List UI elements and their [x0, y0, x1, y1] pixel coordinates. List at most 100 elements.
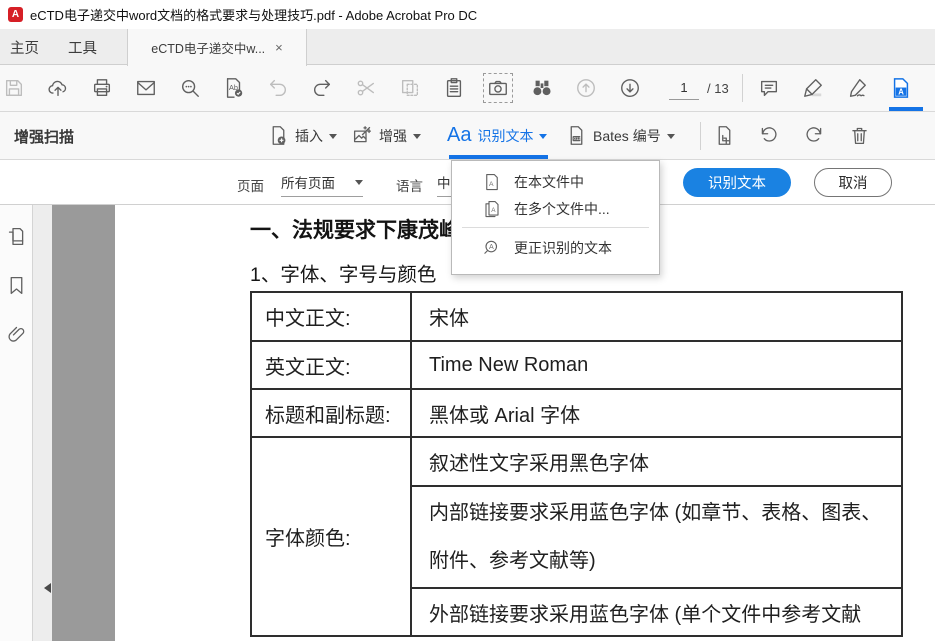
copy-page-icon[interactable]	[399, 77, 421, 99]
svg-text:A: A	[898, 87, 904, 96]
svg-text:A: A	[489, 180, 494, 187]
table-cell-label: 中文正文:	[251, 292, 411, 341]
trash-icon	[849, 125, 870, 146]
menu-item-label: 更正识别的文本	[514, 238, 612, 258]
document-canvas-background	[52, 205, 115, 641]
rotate-clockwise-button[interactable]	[804, 112, 825, 159]
rotate-cw-icon	[804, 125, 825, 146]
document-heading-2: 1、字体、字号与颜色	[250, 258, 436, 287]
active-tool-underline	[889, 107, 923, 111]
tab-tools[interactable]: 工具	[68, 29, 97, 65]
delete-pages-button[interactable]	[849, 112, 870, 159]
table-cell-label: 字体颜色:	[251, 437, 411, 636]
table-cell-label: 英文正文:	[251, 341, 411, 389]
clipboard-icon[interactable]	[443, 77, 465, 99]
share-cloud-icon[interactable]	[47, 77, 69, 99]
acrobat-logo-icon: A	[8, 7, 23, 22]
sign-icon[interactable]	[846, 77, 868, 99]
table-row: 标题和副标题: 黑体或 Arial 字体	[251, 389, 902, 437]
redo-icon[interactable]	[311, 77, 333, 99]
email-icon[interactable]	[135, 77, 157, 99]
tab-document-label: eCTD电子递交中w...	[151, 38, 265, 57]
chevron-down-icon	[329, 134, 337, 143]
recognize-text-dropdown-menu: A 在本文件中 A 在多个文件中... A 更正识别的文本	[451, 160, 660, 275]
chevron-down-icon	[413, 134, 421, 143]
language-label: 语言	[396, 175, 423, 195]
menu-item-label: 在本文件中	[514, 172, 584, 192]
recognize-text-button[interactable]: 识别文本	[683, 168, 791, 197]
crop-page-button[interactable]	[714, 112, 735, 159]
enhance-scan-toolbar: 增强扫描 插入 增强 Aa 识别文本 012 Bates 编号	[0, 112, 935, 160]
attachments-icon[interactable]	[6, 324, 27, 345]
recognize-text-menu-button[interactable]: Aa 识别文本	[447, 112, 547, 159]
undo-icon[interactable]	[267, 77, 289, 99]
table-row: 字体颜色: 叙述性文字采用黑色字体	[251, 437, 902, 486]
menu-item-in-this-file[interactable]: A 在本文件中	[452, 168, 659, 195]
collapse-panel-icon[interactable]	[39, 583, 51, 593]
main-toolbar: Ab / 13 A	[0, 65, 935, 112]
pages-select-value: 所有页面	[281, 172, 335, 192]
multi-doc-a-icon: A	[483, 200, 501, 218]
table-cell-value: 叙述性文字采用黑色字体	[411, 437, 902, 486]
rotate-counterclockwise-button[interactable]	[758, 112, 779, 159]
menu-item-label: 在多个文件中...	[514, 199, 610, 219]
menu-item-in-multiple-files[interactable]: A 在多个文件中...	[452, 195, 659, 222]
page-number-input[interactable]	[669, 77, 699, 100]
rotate-ccw-icon	[758, 125, 779, 146]
bookmarks-icon[interactable]	[6, 275, 27, 296]
insert-label: 插入	[295, 126, 323, 146]
chevron-down-icon	[667, 134, 675, 143]
document-heading-1: 一、法规要求下康茂峰	[250, 214, 460, 244]
insert-menu-button[interactable]: 插入	[268, 112, 337, 159]
magnifier-a-icon: A	[483, 239, 501, 257]
panel-splitter[interactable]	[33, 205, 52, 641]
save-icon[interactable]	[3, 77, 25, 99]
svg-text:A: A	[489, 243, 494, 251]
pages-label: 页面	[237, 175, 264, 195]
page-thumbnails-icon[interactable]	[6, 226, 27, 247]
bates-number-menu-button[interactable]: 012 Bates 编号	[566, 112, 675, 159]
cancel-button[interactable]: 取消	[814, 168, 892, 197]
print-icon[interactable]	[91, 77, 113, 99]
cut-icon[interactable]	[355, 77, 377, 99]
recognize-active-underline	[449, 155, 548, 159]
table-cell-value: 宋体	[411, 292, 902, 341]
search-icon[interactable]	[179, 77, 201, 99]
menu-divider	[462, 227, 649, 228]
enhance-menu-button[interactable]: 增强	[352, 112, 421, 159]
doc-a-icon: A	[483, 173, 501, 191]
page-number-group: / 13	[669, 77, 729, 100]
table-cell-value: 黑体或 Arial 字体	[411, 389, 902, 437]
next-page-icon[interactable]	[619, 77, 641, 99]
font-requirements-table: 中文正文: 宋体 英文正文: Time New Roman 标题和副标题: 黑体…	[250, 291, 903, 637]
menu-item-correct-recognized-text[interactable]: A 更正识别的文本	[452, 234, 659, 261]
title-bar: A eCTD电子递交中word文档的格式要求与处理技巧.pdf - Adobe …	[0, 0, 935, 29]
binoculars-icon[interactable]	[531, 77, 553, 99]
tab-home[interactable]: 主页	[10, 29, 39, 65]
tab-document[interactable]: eCTD电子递交中w... ×	[127, 29, 307, 66]
table-cell-value: 外部链接要求采用蓝色字体 (单个文件中参考文献	[411, 588, 902, 636]
recognize-text-icon: Aa	[447, 124, 471, 147]
highlight-icon[interactable]	[802, 77, 824, 99]
toolbar-divider	[742, 74, 743, 102]
table-cell-value: Time New Roman	[411, 341, 902, 389]
table-cell-label: 标题和副标题:	[251, 389, 411, 437]
active-tool-icon[interactable]: A	[890, 77, 912, 99]
insert-page-icon	[268, 125, 289, 146]
previous-page-icon[interactable]	[575, 77, 597, 99]
snapshot-icon[interactable]	[483, 73, 513, 103]
close-tab-icon[interactable]: ×	[275, 41, 283, 54]
comment-icon[interactable]	[758, 77, 780, 99]
crop-page-icon	[714, 125, 735, 146]
navigation-sidebar	[0, 205, 33, 641]
toolbar-divider	[700, 122, 701, 150]
table-row: 中文正文: 宋体	[251, 292, 902, 341]
ocr-check-icon[interactable]: Ab	[223, 77, 245, 99]
svg-text:012: 012	[574, 136, 582, 141]
toolbar-title: 增强扫描	[14, 126, 74, 147]
enhance-label: 增强	[379, 126, 407, 146]
tab-bar: 主页 工具 eCTD电子递交中w... ×	[0, 29, 935, 65]
page-total-label: / 13	[707, 81, 729, 96]
recognize-text-label: 识别文本	[477, 126, 533, 146]
pages-select[interactable]: 所有页面	[281, 172, 363, 197]
